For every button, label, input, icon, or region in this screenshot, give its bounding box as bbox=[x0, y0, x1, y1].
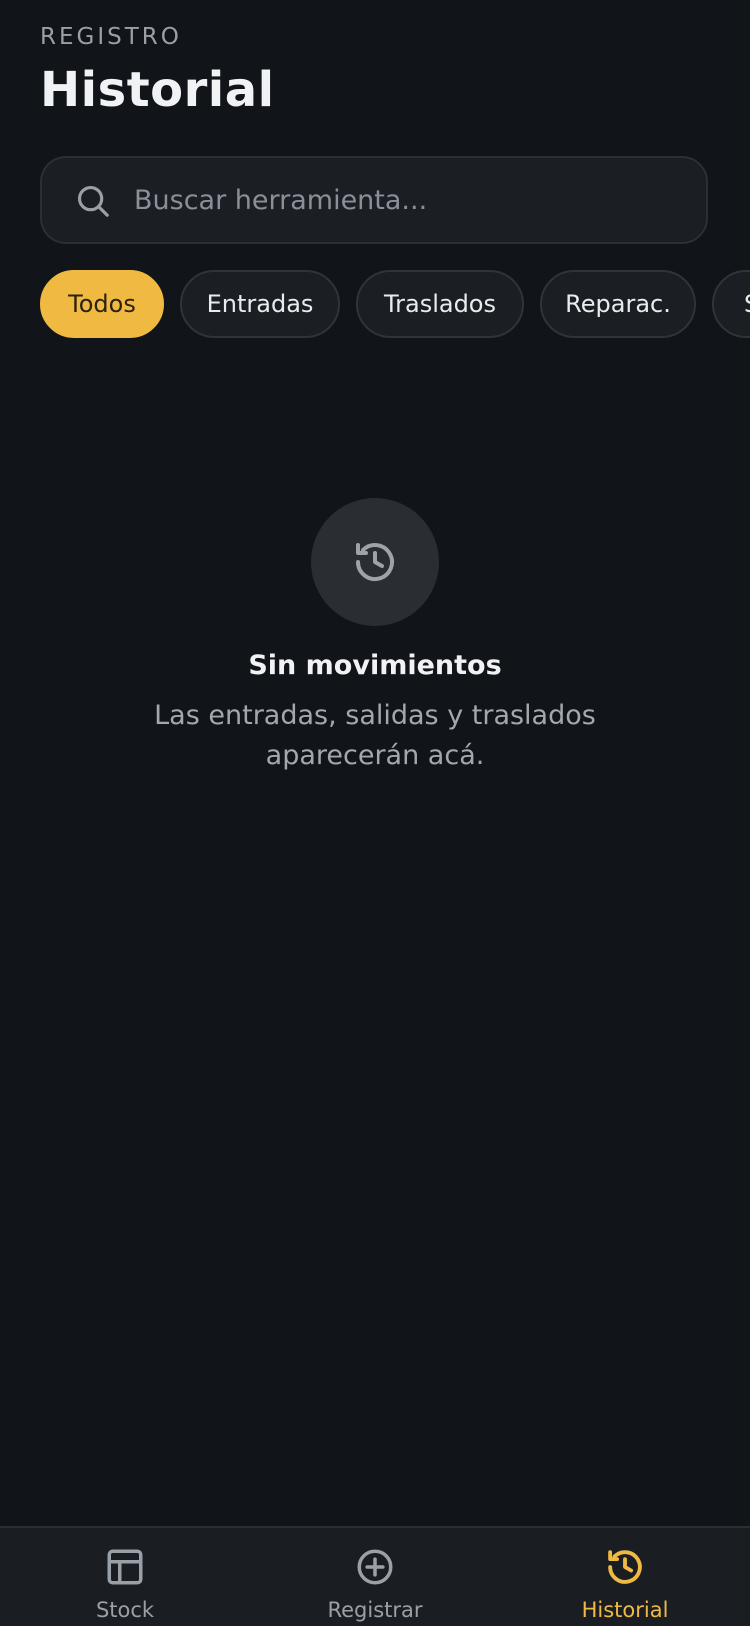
history-icon bbox=[608, 1550, 642, 1584]
empty-state-icon-circle bbox=[311, 498, 439, 626]
search-bar[interactable] bbox=[40, 156, 708, 244]
filter-chip-todos[interactable]: Todos bbox=[40, 270, 164, 338]
page-title: Historial bbox=[40, 62, 275, 118]
empty-state-description: Las entradas, salidas y traslados aparec… bbox=[154, 700, 596, 771]
filter-chip-entradas[interactable]: Entradas bbox=[180, 270, 340, 338]
filter-chip-traslados[interactable]: Traslados bbox=[356, 270, 524, 338]
tab-historial[interactable]: Historial bbox=[500, 1528, 750, 1626]
tab-registrar[interactable]: Registrar bbox=[250, 1528, 500, 1626]
filter-chip-partial[interactable]: S bbox=[712, 270, 750, 338]
plus-circle-icon bbox=[357, 1549, 393, 1585]
tab-historial-label: Historial bbox=[581, 1598, 669, 1622]
empty-state-title: Sin movimientos bbox=[248, 650, 502, 681]
filter-chips: Todos Entradas Traslados Reparac. S bbox=[40, 270, 750, 338]
tab-registrar-label: Registrar bbox=[327, 1598, 423, 1622]
search-icon bbox=[77, 185, 109, 217]
tab-stock-label: Stock bbox=[95, 1598, 155, 1622]
layout-icon bbox=[107, 1549, 143, 1585]
bottom-tab-bar: Stock Registrar Historial bbox=[0, 1526, 750, 1626]
history-icon bbox=[356, 543, 394, 582]
filter-chip-reparac[interactable]: Reparac. bbox=[540, 270, 696, 338]
search-input[interactable] bbox=[134, 158, 674, 242]
tab-stock[interactable]: Stock bbox=[0, 1528, 250, 1626]
page-eyebrow: REGISTRO bbox=[40, 24, 182, 50]
